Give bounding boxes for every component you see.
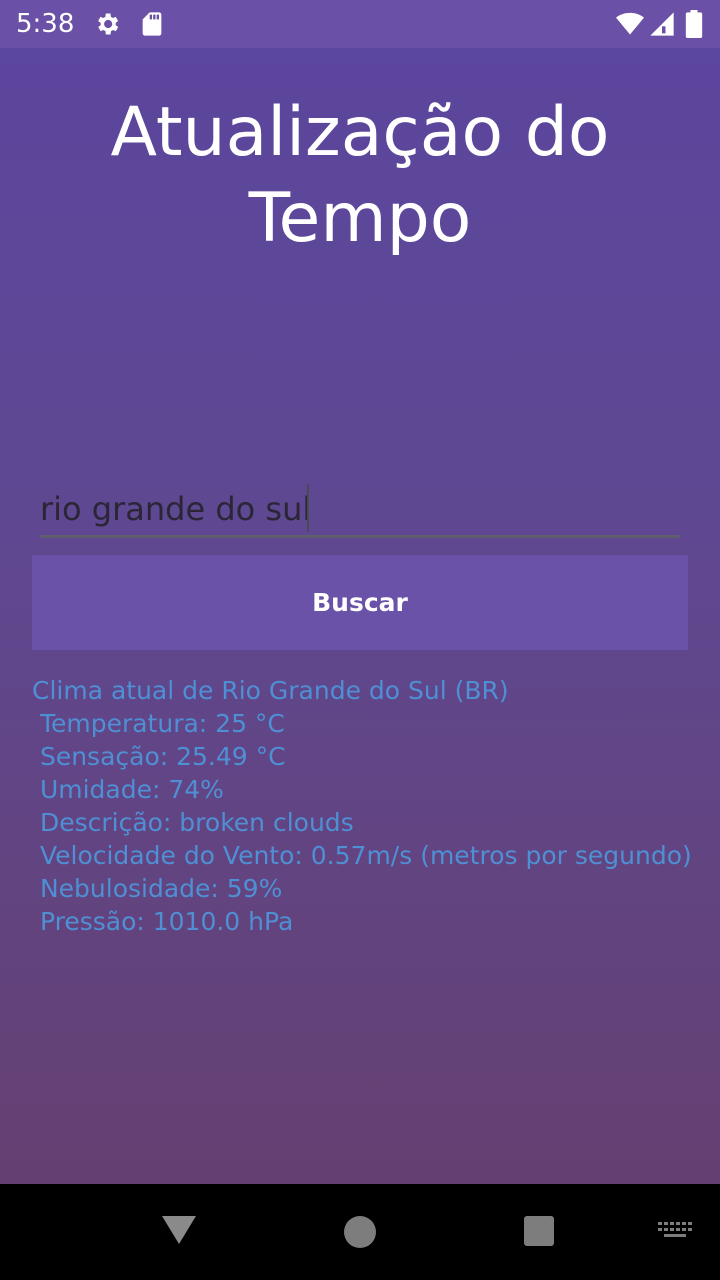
home-icon[interactable] [344, 1216, 376, 1248]
result-line: Clima atual de Rio Grande do Sul (BR) [32, 676, 509, 705]
status-bar: 5:38 [0, 0, 720, 48]
search-input[interactable] [40, 482, 680, 538]
status-time: 5:38 [16, 9, 75, 39]
result-line: Velocidade do Vento: 0.57m/s (metros por… [32, 841, 692, 870]
text-cursor [307, 484, 309, 532]
sd-card-icon [142, 12, 162, 36]
wifi-icon [616, 12, 644, 35]
back-icon[interactable] [162, 1216, 196, 1244]
navigation-bar [0, 1184, 720, 1280]
result-line: Sensação: 25.49 °C [32, 742, 286, 771]
page-title: Atualização do Tempo [110, 93, 610, 258]
weather-result: Clima atual de Rio Grande do Sul (BR) Te… [32, 674, 692, 938]
signal-icon [650, 12, 674, 36]
result-line: Temperatura: 25 °C [32, 709, 285, 738]
app-screen: 5:38 Atualização do Tempo Buscar Clima a… [0, 0, 720, 1280]
result-line: Nebulosidade: 59% [32, 874, 283, 903]
recents-icon[interactable] [524, 1216, 554, 1246]
keyboard-icon[interactable] [658, 1222, 692, 1242]
result-line: Pressão: 1010.0 hPa [32, 907, 294, 936]
gear-icon [98, 13, 119, 35]
search-button[interactable]: Buscar [32, 555, 688, 650]
battery-icon [685, 10, 703, 38]
result-line: Descrição: broken clouds [32, 808, 354, 837]
result-line: Umidade: 74% [32, 775, 224, 804]
